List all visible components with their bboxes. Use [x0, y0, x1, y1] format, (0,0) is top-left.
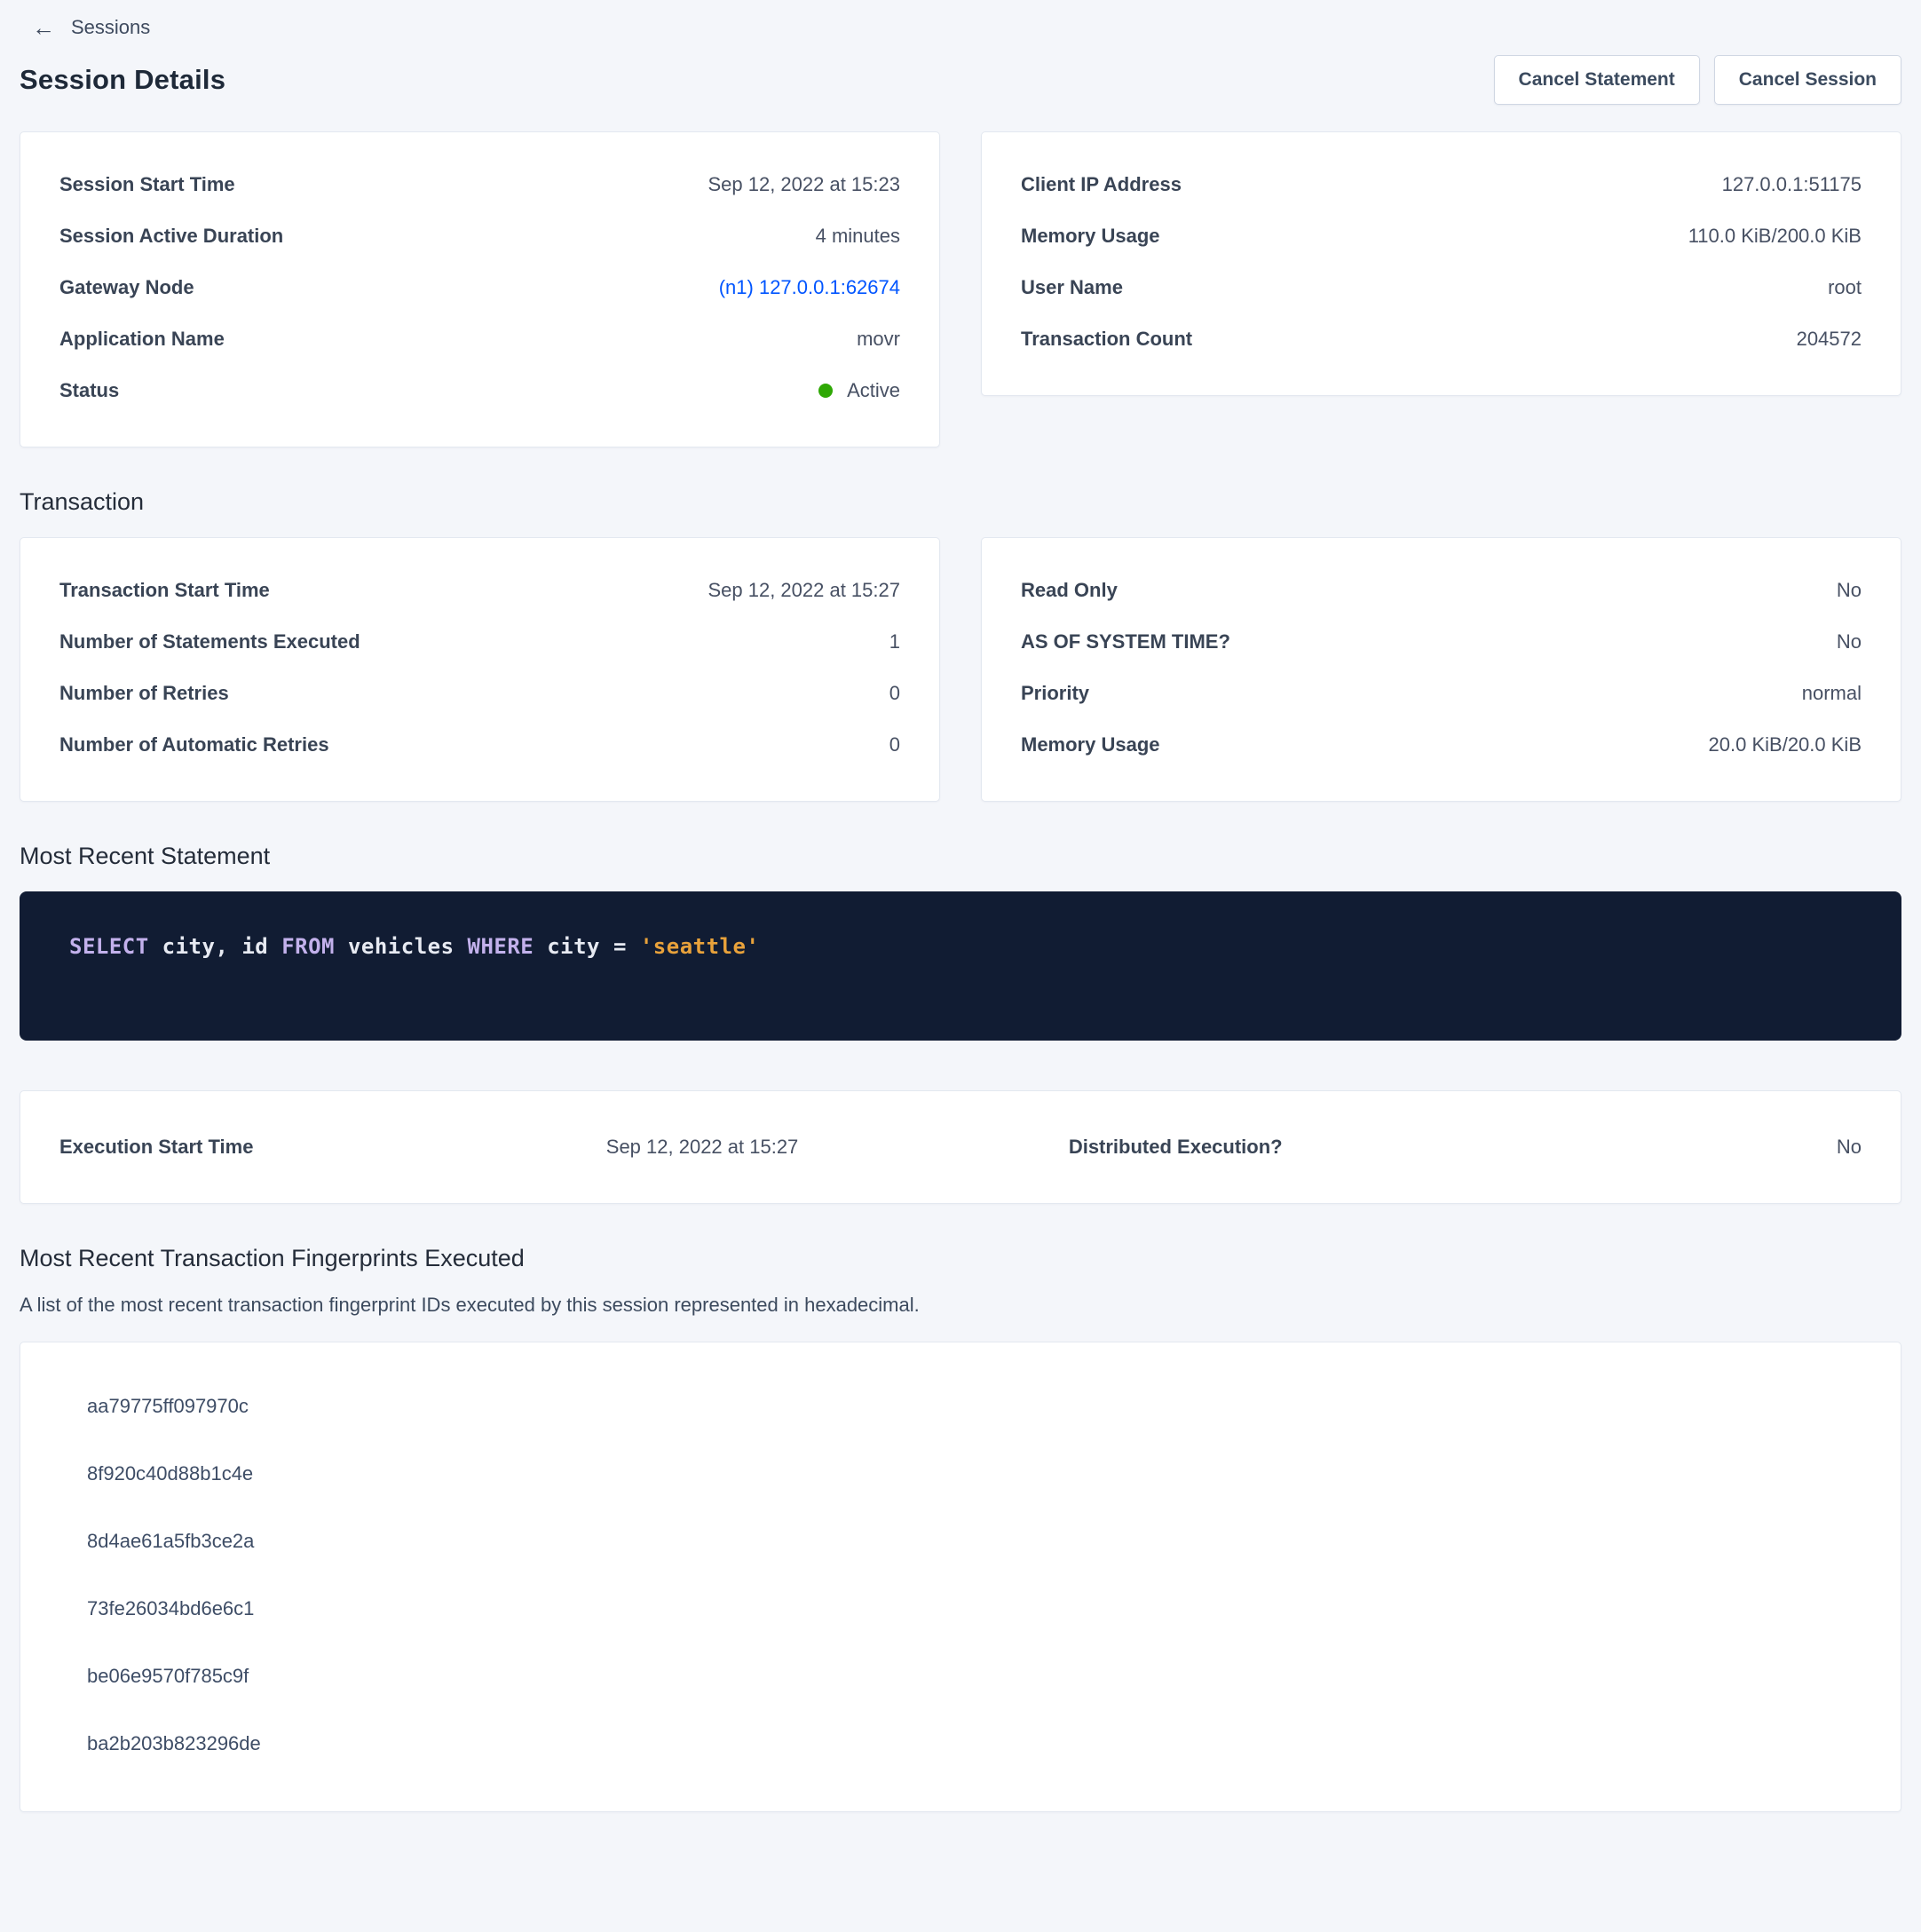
sql-text: city, id — [149, 934, 282, 959]
fingerprint-item: 73fe26034bd6e6c1 — [87, 1575, 1834, 1643]
kv-row-user-name: User Name root — [1021, 262, 1862, 313]
status-badge: Active — [818, 379, 900, 402]
sql-keyword: SELECT — [69, 934, 149, 959]
cancel-session-button[interactable]: Cancel Session — [1714, 55, 1901, 105]
kv-label: Status — [59, 379, 119, 402]
sql-statement-box: SELECT city, id FROM vehicles WHERE city… — [20, 891, 1901, 1041]
kv-value: 204572 — [1797, 328, 1862, 351]
kv-value: No — [1837, 630, 1862, 653]
execution-start-time: Execution Start Time Sep 12, 2022 at 15:… — [59, 1136, 798, 1159]
kv-value: 0 — [889, 682, 900, 705]
kv-label: Session Active Duration — [59, 225, 283, 248]
kv-row-read-only: Read Only No — [1021, 565, 1862, 616]
transaction-row: Transaction Start Time Sep 12, 2022 at 1… — [20, 537, 1901, 802]
kv-row-status: Status Active — [59, 365, 900, 416]
breadcrumb-sessions-link[interactable]: Sessions — [71, 16, 150, 39]
kv-label: Number of Retries — [59, 682, 229, 705]
kv-label: Distributed Execution? — [1069, 1136, 1283, 1159]
fingerprint-item: aa79775ff097970c — [87, 1373, 1834, 1440]
fingerprint-item: 8d4ae61a5fb3ce2a — [87, 1508, 1834, 1575]
cancel-statement-button[interactable]: Cancel Statement — [1494, 55, 1700, 105]
kv-value: No — [1837, 1136, 1862, 1159]
back-arrow-icon[interactable]: ← — [32, 16, 55, 39]
fingerprint-item: be06e9570f785c9f — [87, 1643, 1834, 1710]
kv-value: 127.0.0.1:51175 — [1722, 173, 1862, 196]
fingerprints-card: aa79775ff097970c 8f920c40d88b1c4e 8d4ae6… — [20, 1342, 1901, 1812]
kv-value: root — [1828, 276, 1862, 299]
session-info-card-left: Session Start Time Sep 12, 2022 at 15:23… — [20, 131, 940, 447]
sql-keyword: WHERE — [468, 934, 534, 959]
breadcrumb: ← Sessions — [20, 9, 1901, 39]
kv-label: AS OF SYSTEM TIME? — [1021, 630, 1230, 653]
kv-row-automatic-retries: Number of Automatic Retries 0 — [59, 719, 900, 771]
session-info-card-right: Client IP Address 127.0.0.1:51175 Memory… — [981, 131, 1901, 396]
kv-row-client-ip: Client IP Address 127.0.0.1:51175 — [1021, 159, 1862, 210]
kv-label: Read Only — [1021, 579, 1118, 602]
kv-label: Memory Usage — [1021, 733, 1160, 756]
execution-card: Execution Start Time Sep 12, 2022 at 15:… — [20, 1090, 1901, 1204]
kv-label: Client IP Address — [1021, 173, 1182, 196]
kv-label: Memory Usage — [1021, 225, 1160, 248]
kv-value: 4 minutes — [816, 225, 900, 248]
transaction-section-title: Transaction — [20, 488, 1901, 516]
kv-label: Session Start Time — [59, 173, 235, 196]
page-title: Session Details — [20, 64, 225, 96]
kv-row-transaction-count: Transaction Count 204572 — [1021, 313, 1862, 365]
kv-row-priority: Priority normal — [1021, 668, 1862, 719]
fingerprint-item: ba2b203b823296de — [87, 1710, 1834, 1778]
fingerprints-section-title: Most Recent Transaction Fingerprints Exe… — [20, 1245, 1901, 1272]
sql-text: vehicles — [335, 934, 468, 959]
sql-text: city = — [534, 934, 640, 959]
status-active-dot-icon — [818, 384, 833, 398]
kv-row-transaction-start-time: Transaction Start Time Sep 12, 2022 at 1… — [59, 565, 900, 616]
sql-keyword: FROM — [281, 934, 335, 959]
distributed-execution: Distributed Execution? No — [1069, 1136, 1862, 1159]
kv-label: User Name — [1021, 276, 1123, 299]
kv-row-txn-memory-usage: Memory Usage 20.0 KiB/20.0 KiB — [1021, 719, 1862, 771]
kv-value: 20.0 KiB/20.0 KiB — [1709, 733, 1862, 756]
statement-section-title: Most Recent Statement — [20, 843, 1901, 870]
kv-value: Sep 12, 2022 at 15:23 — [708, 173, 900, 196]
kv-row-retries: Number of Retries 0 — [59, 668, 900, 719]
kv-row-session-active-duration: Session Active Duration 4 minutes — [59, 210, 900, 262]
kv-row-gateway-node: Gateway Node (n1) 127.0.0.1:62674 — [59, 262, 900, 313]
kv-value: Sep 12, 2022 at 15:27 — [708, 579, 900, 602]
kv-label: Priority — [1021, 682, 1089, 705]
transaction-card-left: Transaction Start Time Sep 12, 2022 at 1… — [20, 537, 940, 802]
kv-label: Application Name — [59, 328, 225, 351]
kv-value: 110.0 KiB/200.0 KiB — [1688, 225, 1862, 248]
transaction-card-right: Read Only No AS OF SYSTEM TIME? No Prior… — [981, 537, 1901, 802]
kv-label: Execution Start Time — [59, 1136, 253, 1159]
kv-label: Number of Statements Executed — [59, 630, 360, 653]
kv-row-session-start-time: Session Start Time Sep 12, 2022 at 15:23 — [59, 159, 900, 210]
page-header: Session Details Cancel Statement Cancel … — [20, 55, 1901, 105]
session-info-row: Session Start Time Sep 12, 2022 at 15:23… — [20, 131, 1901, 447]
gateway-node-link[interactable]: (n1) 127.0.0.1:62674 — [719, 276, 900, 299]
kv-value: movr — [857, 328, 900, 351]
kv-row-statements-executed: Number of Statements Executed 1 — [59, 616, 900, 668]
kv-value: 1 — [889, 630, 900, 653]
fingerprints-description: A list of the most recent transaction fi… — [20, 1294, 1901, 1317]
kv-row-application-name: Application Name movr — [59, 313, 900, 365]
kv-label: Transaction Count — [1021, 328, 1192, 351]
kv-value: normal — [1802, 682, 1862, 705]
kv-value: Sep 12, 2022 at 15:27 — [606, 1136, 799, 1159]
kv-row-memory-usage: Memory Usage 110.0 KiB/200.0 KiB — [1021, 210, 1862, 262]
kv-label: Gateway Node — [59, 276, 194, 299]
kv-value: No — [1837, 579, 1862, 602]
kv-label: Number of Automatic Retries — [59, 733, 329, 756]
session-details-page: ← Sessions Session Details Cancel Statem… — [0, 0, 1921, 1830]
header-actions: Cancel Statement Cancel Session — [1494, 55, 1901, 105]
fingerprint-item: 8f920c40d88b1c4e — [87, 1440, 1834, 1508]
sql-string-literal: 'seattle' — [640, 934, 760, 959]
status-text: Active — [847, 379, 900, 402]
kv-value: 0 — [889, 733, 900, 756]
kv-row-as-of-system-time: AS OF SYSTEM TIME? No — [1021, 616, 1862, 668]
kv-label: Transaction Start Time — [59, 579, 270, 602]
